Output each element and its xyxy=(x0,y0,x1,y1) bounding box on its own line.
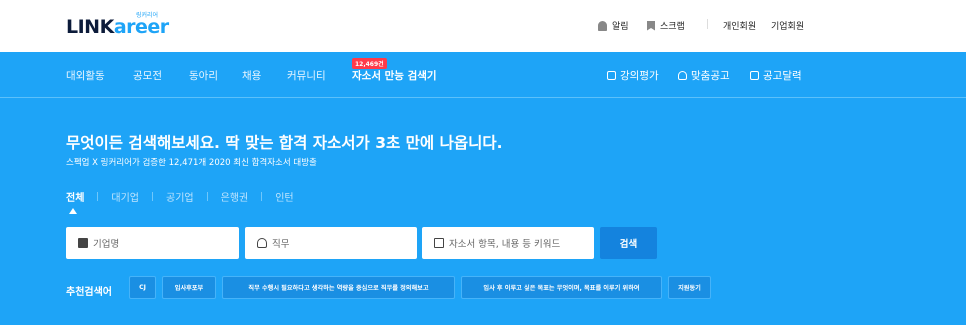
logo-text: LINKareer xyxy=(66,16,169,38)
corporate-member-link[interactable]: 기업회원 xyxy=(771,19,804,32)
nav-item-posting-calendar[interactable]: 공고달력 xyxy=(750,68,802,83)
page-subtitle: 스펙업 X 링커리어가 검증한 12,471개 2020 최신 합격자소서 대방… xyxy=(66,158,317,168)
nav-item-clubs[interactable]: 동아리 xyxy=(189,68,218,83)
building-icon xyxy=(78,238,88,248)
personal-member-label: 개인회원 xyxy=(723,22,757,32)
nav-item-jobs[interactable]: 채용 xyxy=(242,68,261,83)
nav-item-activities[interactable]: 대외활동 xyxy=(66,68,105,83)
checkbox-icon xyxy=(607,71,616,80)
nav-item-contests[interactable]: 공모전 xyxy=(133,68,162,83)
tab-intern[interactable]: 인턴 xyxy=(275,189,293,204)
tab-divider xyxy=(261,192,263,201)
top-header: 링커리어 LINKareer 알림 스크랩 개인회원 기업회원 xyxy=(0,0,966,52)
person-icon xyxy=(678,71,687,80)
bell-icon xyxy=(598,20,607,31)
logo-sub-text: 링커리어 xyxy=(136,12,159,19)
person-icon xyxy=(257,238,267,248)
tab-banks[interactable]: 은행권 xyxy=(221,189,249,204)
company-field[interactable]: 기업명 xyxy=(66,227,239,259)
calendar-icon xyxy=(750,71,759,80)
logo[interactable]: 링커리어 LINKareer xyxy=(66,10,169,38)
lecture-review-label: 강의평가 xyxy=(620,70,659,82)
posting-calendar-label: 공고달력 xyxy=(763,70,802,82)
header-divider xyxy=(707,19,708,29)
custom-posting-label: 맞춤공고 xyxy=(691,70,730,82)
personal-member-link[interactable]: 개인회원 xyxy=(723,19,756,32)
job-field[interactable]: 직무 xyxy=(245,227,417,259)
keyword-placeholder: 자소서 항목, 내용 등 키워드 xyxy=(449,239,561,250)
tab-divider xyxy=(97,192,99,201)
list-icon xyxy=(434,238,444,248)
main-nav: 대외활동 공모전 동아리 채용 커뮤니티 12,469건 자소서 만능 검색기 … xyxy=(0,52,966,98)
tab-large-company[interactable]: 대기업 xyxy=(111,189,139,204)
bookmark-icon xyxy=(647,20,655,31)
recommended-label: 추천검색어 xyxy=(66,287,112,298)
tab-divider xyxy=(206,192,208,201)
nav-item-lecture-review[interactable]: 강의평가 xyxy=(607,68,659,83)
nav-item-community[interactable]: 커뮤니티 xyxy=(287,68,326,83)
alarm-label: 알림 xyxy=(612,22,629,32)
page-title: 무엇이든 검색해보세요. 딱 맞는 합격 자소서가 3초 만에 나옵니다. xyxy=(66,134,503,152)
active-tab-caret-icon xyxy=(69,208,77,214)
keyword-field[interactable]: 자소서 항목, 내용 등 키워드 xyxy=(422,227,594,259)
recommended-chip[interactable]: 지원동기 xyxy=(668,276,711,299)
company-placeholder: 기업명 xyxy=(93,239,120,250)
tab-all[interactable]: 전체 xyxy=(66,189,84,204)
scrap-label: 스크랩 xyxy=(660,22,685,32)
tab-public-company[interactable]: 공기업 xyxy=(166,189,194,204)
alarm-link[interactable]: 알림 xyxy=(598,19,629,32)
recommended-chip[interactable]: CJ xyxy=(129,276,156,299)
job-placeholder: 직무 xyxy=(272,239,290,250)
recommended-chip[interactable]: 입사 후 이루고 싶은 목표는 무엇이며, 목표를 이루기 위하여 xyxy=(461,276,662,299)
nav-item-resume-search[interactable]: 자소서 만능 검색기 xyxy=(352,68,437,83)
search-button[interactable]: 검색 xyxy=(600,227,657,259)
category-tabs: 전체 대기업 공기업 은행권 인턴 xyxy=(66,189,294,204)
recommended-chip[interactable]: 직무 수행시 필요하다고 생각하는 역량을 중심으로 직무를 정의해보고 xyxy=(222,276,455,299)
recommended-chip[interactable]: 입사후포부 xyxy=(162,276,216,299)
tab-divider xyxy=(152,192,154,201)
corporate-member-label: 기업회원 xyxy=(771,22,805,32)
scrap-link[interactable]: 스크랩 xyxy=(647,19,685,32)
nav-item-custom-posting[interactable]: 맞춤공고 xyxy=(678,68,730,83)
